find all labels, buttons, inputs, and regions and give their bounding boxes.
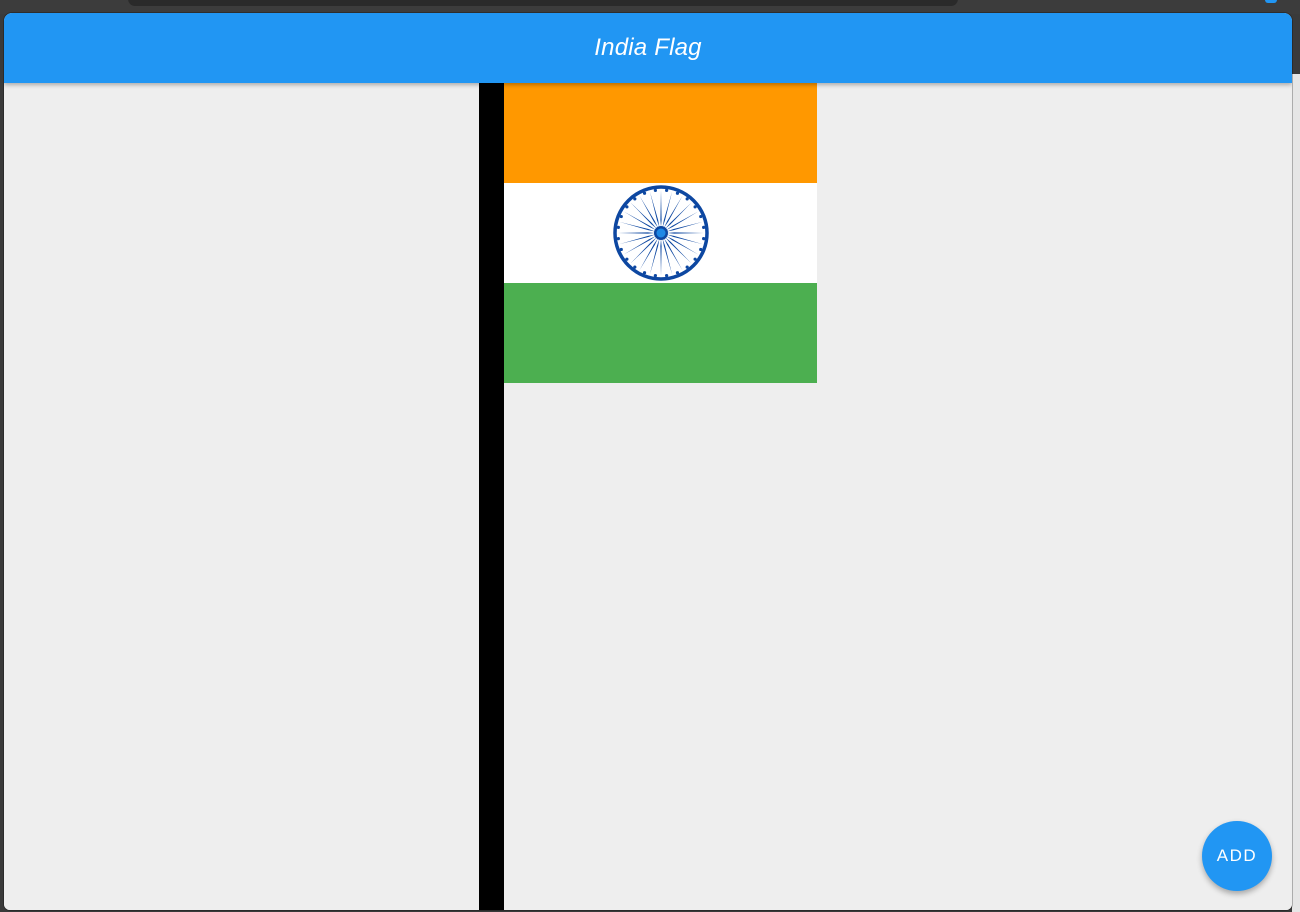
chakra-rim-dot xyxy=(625,205,629,209)
chakra-rim-dot xyxy=(633,197,637,201)
chakra-rim-dot xyxy=(616,225,620,229)
ashoka-chakra-icon xyxy=(613,185,709,281)
chakra-rim-dot xyxy=(625,257,629,261)
add-button[interactable]: ADD xyxy=(1202,821,1272,891)
flag-band-green xyxy=(504,283,817,383)
chakra-rim-dot xyxy=(693,205,697,209)
extension-indicator xyxy=(1265,0,1277,3)
chakra-rim-dot xyxy=(685,265,689,269)
chakra-rim-dot xyxy=(699,247,703,252)
chakra-rim-dot xyxy=(699,214,703,219)
chakra-rim-dot xyxy=(693,257,697,261)
flag-band-saffron xyxy=(504,83,817,183)
app-title: India Flag xyxy=(594,34,702,61)
chakra-rim-dot xyxy=(633,265,637,269)
chakra-rim-dot xyxy=(619,247,623,252)
window-scrollbar-track[interactable] xyxy=(1292,74,1300,912)
flag-canvas xyxy=(4,83,1292,910)
chakra-rim-dot xyxy=(616,237,620,241)
chakra-rim-dot xyxy=(702,237,706,241)
chakra-rim-dot xyxy=(665,274,669,278)
chakra-hub-center xyxy=(656,228,666,238)
app-bar: India Flag xyxy=(4,13,1292,83)
chakra-rim-dot xyxy=(653,274,657,278)
chakra-rim-dot xyxy=(675,271,680,275)
address-bar[interactable] xyxy=(128,0,958,6)
chakra-rim-dot xyxy=(642,271,647,275)
india-flag xyxy=(504,83,817,383)
flag-pole xyxy=(479,83,504,910)
chakra-rim-dot xyxy=(665,188,669,192)
chakra-rim-dot xyxy=(702,225,706,229)
chakra-rim-dot xyxy=(642,191,647,195)
chakra-rim-dot xyxy=(653,188,657,192)
browser-top-bar xyxy=(0,0,1300,14)
chakra-rim-dot xyxy=(619,214,623,219)
chakra-rim-dot xyxy=(675,191,680,195)
chakra-rim-dot xyxy=(685,197,689,201)
app-window: India Flag ADD xyxy=(4,13,1292,910)
